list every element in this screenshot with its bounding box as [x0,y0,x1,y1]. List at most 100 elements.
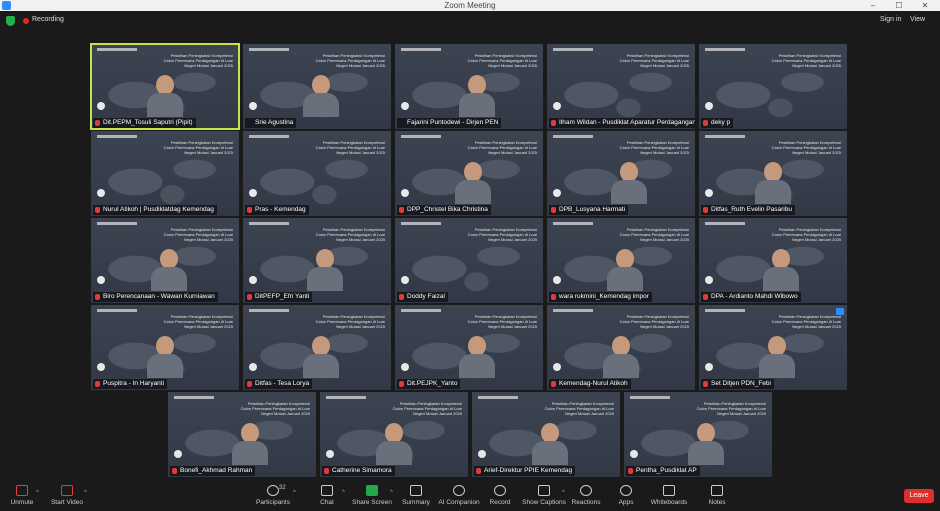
participant-tile[interactable]: Pelatihan Peningkatan Kompetensi Calon P… [395,218,543,303]
mic-muted-icon [703,207,708,213]
participant-tile[interactable]: Pelatihan Peningkatan Kompetensi Calon P… [395,44,543,129]
slide-header-logo [705,135,745,138]
slide-title: Pelatihan Peningkatan Kompetensi Calon P… [696,401,766,416]
slide-title: Pelatihan Peningkatan Kompetensi Calon P… [467,314,537,329]
leave-button[interactable]: Leave [904,489,934,503]
whiteboard-icon [663,485,675,496]
participant-name: Nurul Atikoh | Pusdiklatdag Kemendag [93,205,217,215]
participant-video [147,75,183,117]
slide-title: Pelatihan Peningkatan Kompetensi Calon P… [467,53,537,68]
participant-name-text: Nurul Atikoh | Pusdiklatdag Kemendag [103,206,214,213]
participant-name: Puspitra - In Haryanti [93,379,168,389]
slide-header-logo [553,48,593,51]
participant-tile[interactable]: Pelatihan Peningkatan Kompetensi Calon P… [624,392,772,477]
participant-tile[interactable]: Pelatihan Peningkatan Kompetensi Calon P… [547,218,695,303]
participant-video [459,75,495,117]
video-options-caret-icon[interactable]: ^ [84,490,87,496]
slide-round-logo-icon [630,450,638,458]
participant-video [688,423,724,465]
participant-tile[interactable]: Pelatihan Peningkatan Kompetensi Calon P… [90,43,240,130]
slide-title: Pelatihan Peningkatan Kompetensi Calon P… [771,227,841,242]
participant-video [147,336,183,378]
participant-name: Doddy Faizal [397,292,448,302]
mic-muted-icon [324,468,329,474]
participant-tile[interactable]: Pelatihan Peningkatan Kompetensi Calon P… [243,131,391,216]
participant-tile[interactable]: Pelatihan Peningkatan Kompetensi Calon P… [91,305,239,390]
notes-button[interactable]: Notes [689,485,745,506]
participant-tile[interactable]: Pelatihan Peningkatan Kompetensi Calon P… [91,218,239,303]
slide-round-logo-icon [326,450,334,458]
participant-name-text: Pras - Kemendag [255,206,306,213]
participant-tile[interactable]: Pelatihan Peningkatan Kompetensi Calon P… [243,305,391,390]
participant-tile[interactable]: Pelatihan Peningkatan Kompetensi Calon P… [168,392,316,477]
participant-tile[interactable]: Pelatihan Peningkatan Kompetensi Calon P… [395,131,543,216]
participant-tile[interactable]: Pelatihan Peningkatan Kompetensi Calon P… [395,305,543,390]
participant-tile[interactable]: Pelatihan Peningkatan Kompetensi Calon P… [243,218,391,303]
slide-round-logo-icon [553,189,561,197]
participant-name: Srie Agustina [245,118,297,128]
participant-video [376,423,412,465]
slide-header-logo [97,309,137,312]
participant-name-text: DPA - Ardianto Mahdi Wibowo [711,293,798,300]
participant-name: Biro Perencanaan - Wawan Kurniawan [93,292,218,302]
participant-name: deky p [701,118,734,128]
mic-muted-icon [95,207,100,213]
participant-video [611,162,647,204]
slide-round-logo-icon [705,102,713,110]
slide-round-logo-icon [97,276,105,284]
mic-muted-icon [247,381,252,387]
slide-header-logo [249,135,289,138]
slide-round-logo-icon [478,450,486,458]
slide-round-logo-icon [249,276,257,284]
participant-name: Kemendag-Nurul Atikoh [549,379,631,389]
mic-muted-icon [399,207,404,213]
slide-round-logo-icon [174,450,182,458]
slide-round-logo-icon [401,102,409,110]
participant-tile[interactable]: Pelatihan Peningkatan Kompetensi Calon P… [699,218,847,303]
record-icon [494,485,506,496]
participant-tile[interactable]: Pelatihan Peningkatan Kompetensi Calon P… [472,392,620,477]
participant-video [607,249,643,291]
slide-header-logo [401,309,441,312]
slide-title: Pelatihan Peningkatan Kompetensi Calon P… [315,227,385,242]
slide-title: Pelatihan Peningkatan Kompetensi Calon P… [163,314,233,329]
mic-muted-icon [247,294,252,300]
participant-name: Fajarini Puntodewi - Dirjen PEN [397,118,502,128]
apps-icon [620,485,632,496]
participant-tile[interactable]: Pelatihan Peningkatan Kompetensi Calon P… [547,131,695,216]
participant-video [603,336,639,378]
participant-tile[interactable]: Pelatihan Peningkatan Kompetensi Calon P… [91,131,239,216]
participant-tile[interactable]: Pelatihan Peningkatan Kompetensi Calon P… [320,392,468,477]
participant-name: Dit.PEJPK_Yanto [397,379,461,389]
mic-muted-icon [95,120,100,126]
slide-header-logo [97,135,137,138]
slide-round-logo-icon [249,189,257,197]
participant-name: DPA - Ardianto Mahdi Wibowo [701,292,801,302]
participant-name-text: Pentha_Pusdiklat AP [636,467,697,474]
participant-tile[interactable]: Pelatihan Peningkatan Kompetensi Calon P… [547,44,695,129]
participant-tile[interactable]: Pelatihan Peningkatan Kompetensi Calon P… [243,44,391,129]
participant-video [151,249,187,291]
participant-tile[interactable]: Pelatihan Peningkatan Kompetensi Calon P… [699,44,847,129]
participant-tile[interactable]: Pelatihan Peningkatan Kompetensi Calon P… [699,131,847,216]
slide-header-logo [705,222,745,225]
mic-muted-icon [95,294,100,300]
participant-tile[interactable]: Pelatihan Peningkatan Kompetensi Calon P… [547,305,695,390]
participant-name-text: Bonefi_Akhmad Rahman [180,467,253,474]
slide-header-logo [478,396,518,399]
participants-caret-icon[interactable]: ^ [293,490,296,496]
participant-video [759,336,795,378]
slide-title: Pelatihan Peningkatan Kompetensi Calon P… [163,53,233,68]
video-off-icon [61,485,73,496]
participant-tile[interactable]: Pelatihan Peningkatan Kompetensi Calon P… [699,305,847,390]
slide-round-logo-icon [97,189,105,197]
mic-muted-icon [551,207,556,213]
slide-round-logo-icon [553,102,561,110]
slide-title: Pelatihan Peningkatan Kompetensi Calon P… [467,140,537,155]
participant-name-text: DPB_Lusyana Harmati [559,206,626,213]
participant-name-text: Catherine Simamora [332,467,392,474]
participant-name-text: Kemendag-Nurul Atikoh [559,380,628,387]
slide-round-logo-icon [401,276,409,284]
tile-options-icon[interactable] [836,308,844,315]
slide-header-logo [174,396,214,399]
